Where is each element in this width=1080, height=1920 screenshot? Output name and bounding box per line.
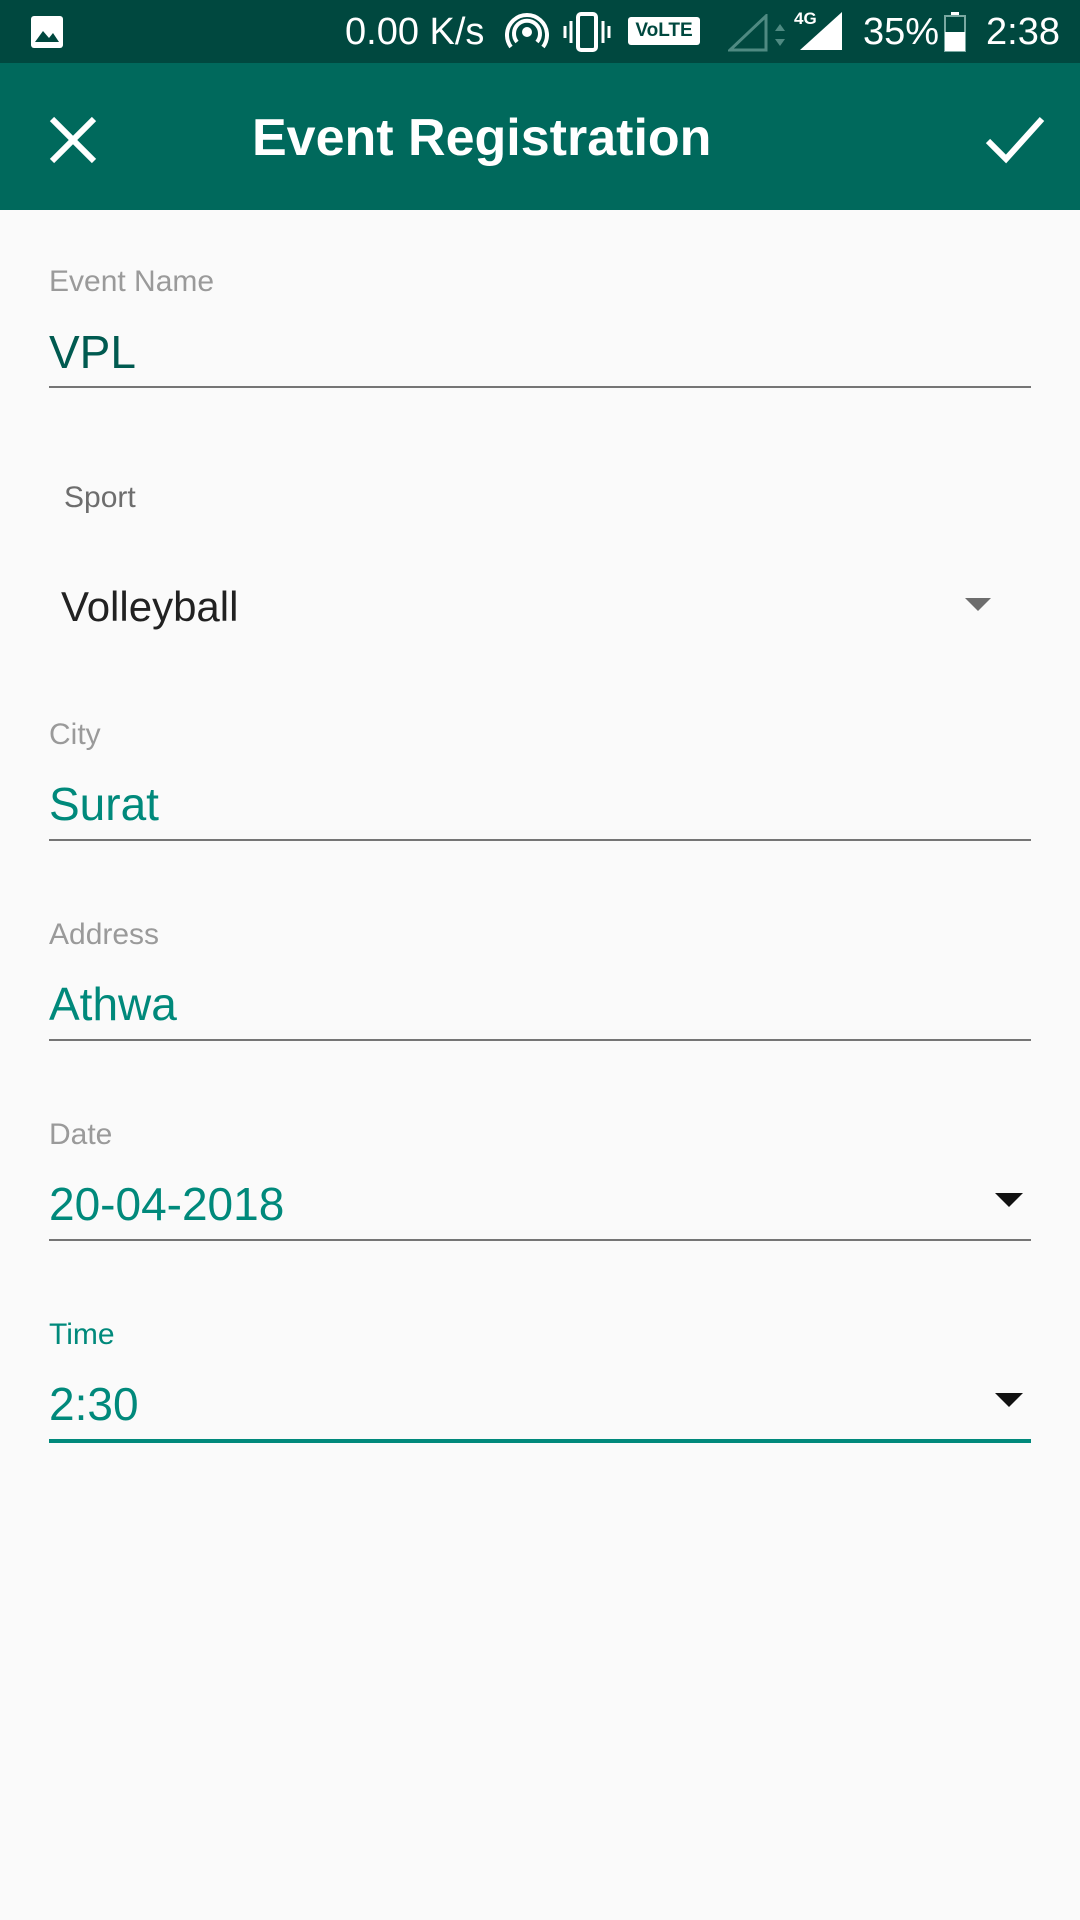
time-dropdown-icon[interactable] <box>995 1393 1023 1407</box>
app-bar: Event Registration <box>0 63 1080 210</box>
time-label: Time <box>49 1318 115 1351</box>
address-label: Address <box>49 918 160 951</box>
event-name-underline <box>49 386 1031 388</box>
time-underline <box>49 1439 1031 1443</box>
volte-badge: VoLTE <box>628 17 700 45</box>
network-speed: 0.00 K/s <box>345 11 485 53</box>
city-label: City <box>49 718 101 751</box>
address-underline <box>49 1039 1031 1041</box>
date-underline <box>49 1239 1031 1241</box>
date-label: Date <box>49 1118 113 1151</box>
date-input[interactable] <box>49 1176 949 1232</box>
status-bar: 0.00 K/s VoLTE 4G 35% 2:38 <box>0 0 1080 63</box>
vibrate-icon <box>563 12 611 52</box>
sport-label: Sport <box>64 481 136 514</box>
page-title: Event Registration <box>252 109 712 167</box>
event-name-input[interactable] <box>49 324 949 380</box>
chevron-down-icon <box>965 598 991 611</box>
gallery-icon <box>31 16 63 48</box>
time-input[interactable] <box>49 1376 949 1432</box>
data-arrows-icon <box>775 24 785 46</box>
city-underline <box>49 839 1031 841</box>
battery-percentage: 35% <box>863 11 940 53</box>
close-icon[interactable] <box>44 111 102 169</box>
sport-dropdown[interactable]: Volleyball <box>49 560 1031 650</box>
clock: 2:38 <box>986 11 1060 53</box>
date-dropdown-icon[interactable] <box>995 1193 1023 1207</box>
address-input[interactable] <box>49 976 949 1032</box>
battery-icon <box>944 12 966 52</box>
city-input[interactable] <box>49 776 949 832</box>
signal-empty-icon <box>728 14 768 52</box>
event-name-label: Event Name <box>49 265 215 298</box>
signal-4g-icon <box>800 12 842 50</box>
hotspot-icon <box>505 13 549 49</box>
sport-value: Volleyball <box>61 583 239 630</box>
check-icon[interactable] <box>984 109 1046 169</box>
